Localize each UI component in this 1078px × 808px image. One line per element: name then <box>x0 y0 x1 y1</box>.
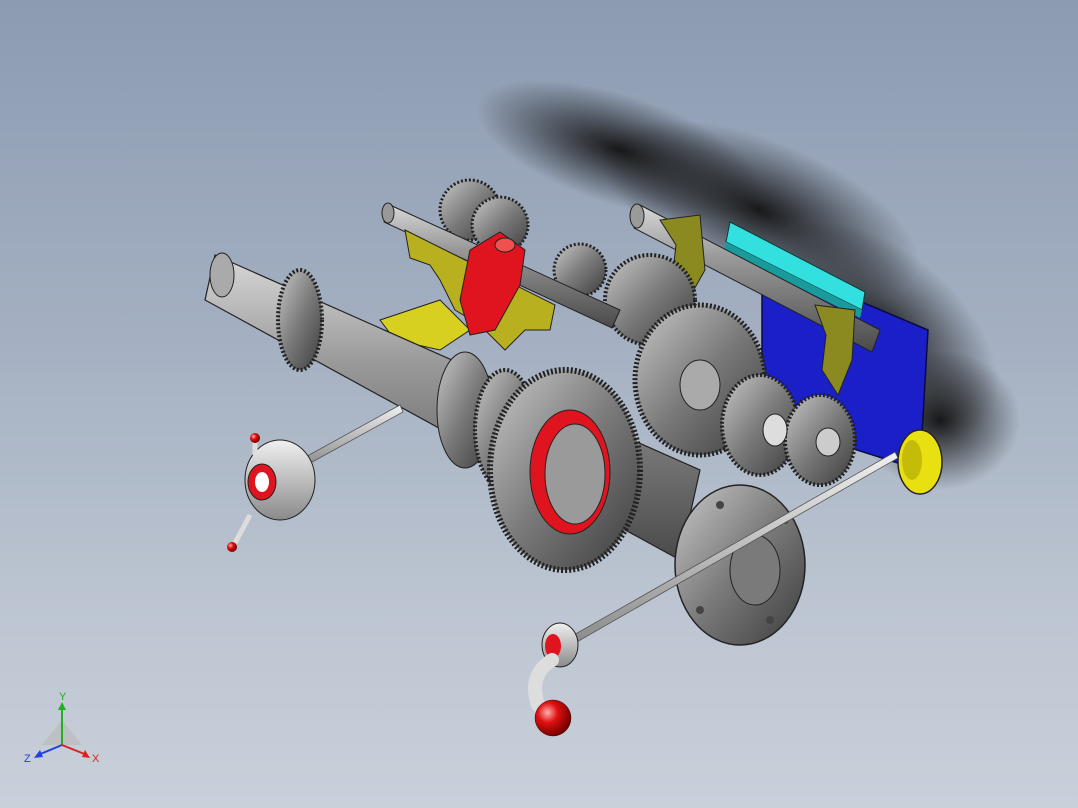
gearbox-assembly-model[interactable] <box>0 0 1078 808</box>
coordinate-triad[interactable]: Y X Z <box>22 690 112 770</box>
spindle-flange[interactable] <box>674 484 806 646</box>
yellow-disc[interactable] <box>897 429 943 495</box>
x-axis-label: X <box>92 753 100 765</box>
crank-handle[interactable] <box>528 622 579 737</box>
y-axis-arrow-icon <box>58 702 66 710</box>
z-axis-line <box>37 744 63 756</box>
handwheel-left[interactable] <box>227 433 316 552</box>
x-axis-line <box>61 744 88 756</box>
left-control-rod[interactable] <box>299 404 404 468</box>
spindle-main-gear[interactable] <box>487 367 643 573</box>
3d-viewport[interactable]: Y X Z <box>0 0 1078 808</box>
z-axis-label: Z <box>24 753 31 765</box>
y-axis-label: Y <box>59 691 67 703</box>
z-axis-arrow-icon <box>34 750 43 758</box>
